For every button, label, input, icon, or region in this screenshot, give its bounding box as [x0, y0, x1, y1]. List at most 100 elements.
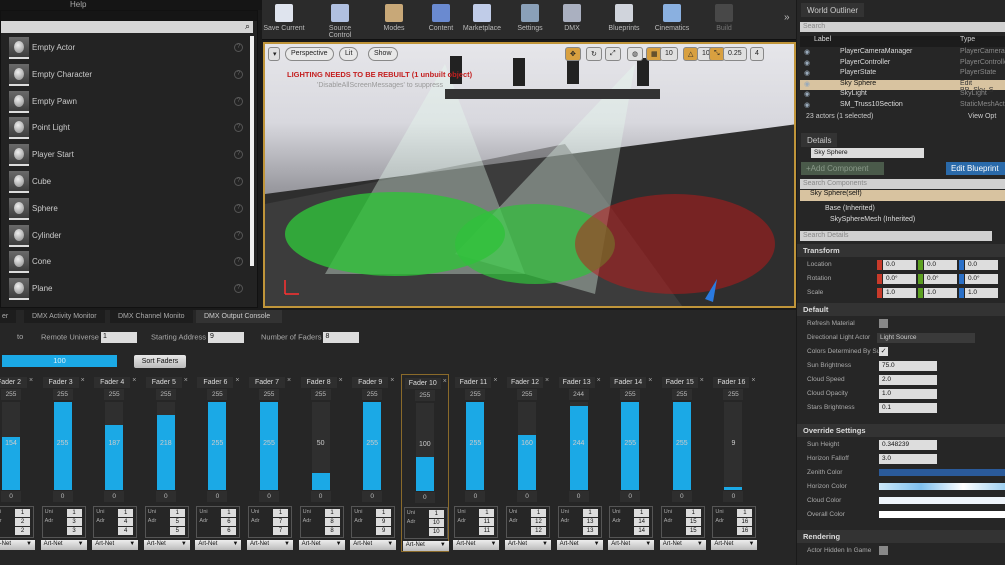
outliner-row[interactable]: ◉ PlayerCameraManager PlayerCamera	[800, 48, 1005, 58]
colors-determined-checkbox[interactable]: ✓	[879, 347, 888, 356]
help-icon[interactable]: ?	[234, 257, 243, 267]
fader-min[interactable]: 0	[620, 491, 641, 502]
remove-fader-icon[interactable]: ×	[597, 377, 601, 384]
cloud-color-swatch[interactable]	[879, 497, 1005, 504]
fader-name[interactable]: Fader 4	[94, 377, 131, 388]
fader-max[interactable]: 255	[155, 389, 176, 400]
fader-max[interactable]: 255	[104, 389, 125, 400]
fader-slider[interactable]: 187	[105, 402, 124, 490]
end-address-input[interactable]: 9	[376, 527, 392, 535]
rotation-label[interactable]: Rotation	[807, 275, 831, 282]
scale-z-input[interactable]: 1.0	[965, 288, 998, 298]
end-address-input[interactable]: 11	[479, 527, 495, 535]
visibility-eye-icon[interactable]: ◉	[804, 48, 810, 56]
world-icon[interactable]: ◍	[627, 47, 644, 61]
scale-x-input[interactable]: 1.0	[883, 288, 916, 298]
universe-input[interactable]: 1	[221, 509, 237, 517]
fader-max[interactable]: 244	[568, 389, 589, 400]
remove-fader-icon[interactable]: ×	[545, 377, 549, 384]
toolbar-modes-button[interactable]: Modes	[372, 4, 416, 32]
address-input[interactable]: 12	[531, 518, 546, 526]
universe-input[interactable]: 1	[582, 509, 598, 517]
remove-fader-icon[interactable]: ×	[443, 378, 447, 385]
grid-snap-value[interactable]: 10	[660, 47, 678, 61]
section-rendering[interactable]: Rendering	[797, 530, 1005, 543]
fader-max[interactable]: 255	[259, 389, 279, 400]
toolbar-settings-button[interactable]: Settings	[508, 4, 552, 32]
world-outliner-tab[interactable]: World Outliner	[801, 3, 864, 17]
end-address-input[interactable]: 7	[273, 527, 288, 535]
fader-name[interactable]: Fader 2	[0, 377, 27, 388]
fader-slider[interactable]: 154	[2, 402, 20, 490]
fader-max[interactable]: 255	[207, 389, 228, 400]
address-input[interactable]: 11	[479, 518, 495, 526]
fader-max[interactable]: 255	[362, 389, 383, 400]
place-item[interactable]: Empty Character?	[7, 63, 247, 89]
address-input[interactable]: 7	[273, 518, 288, 526]
fader-max[interactable]: 255	[671, 389, 692, 400]
toolbar-build-button[interactable]: Build	[702, 4, 746, 32]
universe-input[interactable]: 1	[118, 509, 134, 517]
address-input[interactable]: 5	[169, 518, 185, 526]
protocol-dropdown[interactable]: Art-Net ▼	[453, 540, 500, 550]
fader-slider[interactable]: 218	[156, 402, 175, 490]
remote-universe-input[interactable]: 1	[100, 332, 137, 343]
fader-min[interactable]: 0	[155, 491, 176, 502]
fader-name[interactable]: Fader 13	[558, 377, 595, 388]
location-y-input[interactable]: 0.0	[924, 260, 957, 270]
universe-input[interactable]: 1	[531, 509, 546, 517]
universe-input[interactable]: 1	[273, 509, 288, 517]
cloud-opacity-input[interactable]: 1.0	[879, 389, 937, 399]
remove-fader-icon[interactable]: ×	[493, 377, 497, 384]
fader-slider[interactable]: 255	[621, 402, 640, 490]
remove-fader-icon[interactable]: ×	[390, 377, 394, 384]
help-icon[interactable]: ?	[234, 230, 243, 240]
show-button[interactable]: Show	[368, 47, 398, 61]
num-faders-input[interactable]: 8	[323, 332, 360, 343]
toolbar-content-button[interactable]: Content	[419, 4, 463, 32]
help-icon[interactable]: ?	[234, 177, 243, 186]
fader-min[interactable]: 0	[517, 491, 537, 502]
scale-label[interactable]: Scale	[807, 289, 823, 296]
fader-max[interactable]: 255	[517, 389, 537, 400]
starting-address-input[interactable]: 9	[208, 332, 245, 343]
outliner-row[interactable]: ◉ SM_Truss10Section StaticMeshAct	[800, 101, 1005, 111]
fader-min[interactable]: 0	[465, 491, 486, 502]
place-item[interactable]: Empty Pawn?	[7, 90, 247, 116]
location-x-input[interactable]: 0.0	[883, 260, 916, 270]
address-input[interactable]: 14	[634, 518, 650, 526]
visibility-eye-icon[interactable]: ◉	[804, 69, 810, 77]
tab-previous[interactable]: er	[0, 310, 17, 323]
place-item[interactable]: Player Start?	[7, 144, 247, 169]
master-fader-slider[interactable]: 100	[2, 355, 117, 367]
fader-name[interactable]: Fader 9	[352, 377, 389, 388]
outliner-row[interactable]: ◉ PlayerController PlayerControlle	[800, 59, 1005, 69]
fader-slider[interactable]: 255	[260, 402, 278, 490]
fader-min[interactable]: 0	[310, 491, 331, 502]
fader-max[interactable]: 255	[723, 389, 744, 400]
scrollbar[interactable]	[250, 36, 254, 266]
fader-min[interactable]: 0	[414, 492, 435, 503]
section-default[interactable]: Default	[797, 303, 1005, 316]
component-self[interactable]: Sky Sphere(self)	[810, 190, 862, 197]
remove-fader-icon[interactable]: ×	[339, 377, 343, 384]
rotation-x-input[interactable]: 0.0°	[883, 274, 916, 284]
end-address-input[interactable]: 13	[582, 527, 598, 535]
section-transform[interactable]: Transform	[797, 244, 1005, 257]
universe-input[interactable]: 1	[324, 509, 340, 517]
protocol-dropdown[interactable]: Art-Net ▼	[711, 540, 758, 550]
zenith-color-swatch[interactable]	[879, 469, 1005, 476]
toolbar-blueprints-button[interactable]: Blueprints	[602, 4, 646, 32]
help-icon[interactable]: ?	[234, 123, 243, 133]
fader-slider[interactable]: 255	[466, 402, 485, 490]
fader-max[interactable]: 255	[1, 389, 21, 400]
place-item[interactable]: Empty Actor?	[7, 37, 247, 62]
universe-input[interactable]: 1	[66, 509, 82, 517]
rotate-icon[interactable]: ↻	[586, 47, 602, 61]
add-component-button[interactable]: +Add Component	[801, 162, 884, 175]
fader-slider[interactable]: 100	[415, 403, 434, 491]
search-components-input[interactable]: Search Components	[800, 179, 1005, 189]
actor-hidden-checkbox[interactable]	[879, 546, 888, 555]
col-type[interactable]: Type	[960, 36, 975, 43]
address-input[interactable]: 3	[66, 518, 82, 526]
